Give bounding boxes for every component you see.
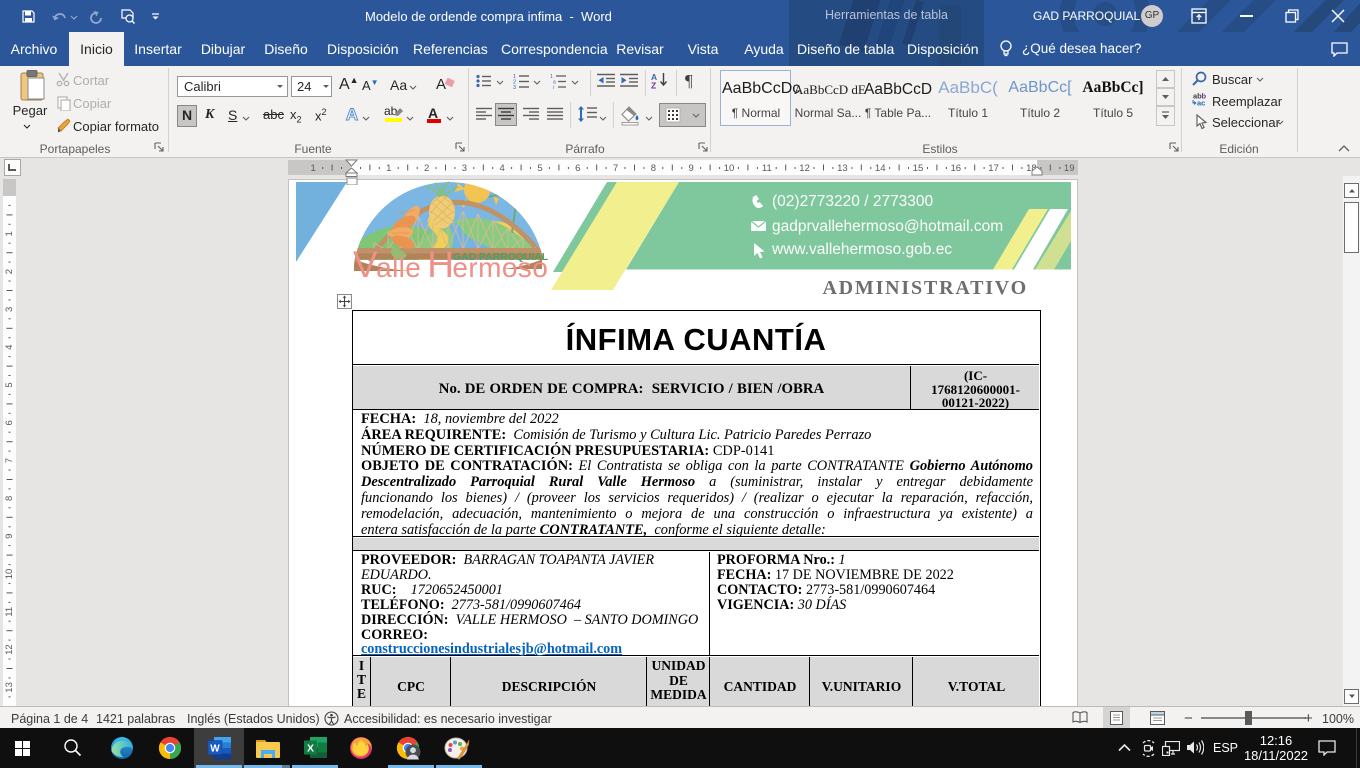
- svg-text:2: 2: [4, 269, 15, 274]
- svg-text:3: 3: [462, 163, 467, 174]
- svg-text:10: 10: [724, 163, 735, 174]
- svg-text:1: 1: [4, 231, 15, 236]
- svg-text:4: 4: [500, 163, 505, 174]
- svg-text:GAD PARROQUIAL: GAD PARROQUIAL: [453, 252, 549, 263]
- svg-text:12: 12: [4, 644, 15, 655]
- svg-text:Z: Z: [651, 81, 656, 90]
- svg-text:13: 13: [837, 163, 848, 174]
- svg-text:8: 8: [651, 163, 656, 174]
- svg-text:i: i: [553, 85, 554, 89]
- svg-text:6: 6: [575, 163, 580, 174]
- svg-text:11: 11: [762, 163, 772, 174]
- svg-text:4: 4: [4, 345, 15, 350]
- svg-text:X: X: [307, 743, 314, 755]
- svg-text:3: 3: [513, 85, 516, 89]
- svg-text:7: 7: [4, 458, 15, 463]
- svg-text:17: 17: [988, 163, 999, 174]
- svg-text:W: W: [210, 744, 220, 755]
- svg-text:13: 13: [4, 682, 15, 693]
- svg-text:3: 3: [4, 307, 15, 312]
- svg-text:9: 9: [4, 534, 15, 539]
- svg-text:8: 8: [4, 496, 15, 501]
- svg-text:15: 15: [913, 163, 924, 174]
- svg-text:1: 1: [386, 163, 391, 174]
- svg-text:gadprvallehermoso@hotmail.com: gadprvallehermoso@hotmail.com: [772, 218, 1003, 235]
- svg-text:5: 5: [537, 163, 542, 174]
- svg-text:9: 9: [689, 163, 694, 174]
- svg-text:b: b: [1202, 92, 1207, 101]
- svg-text:10: 10: [4, 569, 15, 580]
- svg-text:14: 14: [875, 163, 886, 174]
- svg-text:7: 7: [613, 163, 618, 174]
- svg-text:12: 12: [799, 163, 810, 174]
- svg-text:1: 1: [311, 163, 316, 174]
- svg-text:19: 19: [1064, 163, 1075, 174]
- svg-text:www.vallehermoso.gob.ec: www.vallehermoso.gob.ec: [771, 241, 952, 258]
- svg-text:A: A: [346, 105, 358, 124]
- svg-text:16: 16: [951, 163, 962, 174]
- svg-text:11: 11: [4, 607, 15, 617]
- svg-text:(02)2773220 / 2773300: (02)2773220 / 2773300: [772, 193, 934, 210]
- svg-text:2: 2: [424, 163, 429, 174]
- svg-text:5: 5: [4, 382, 15, 387]
- svg-text:6: 6: [4, 420, 15, 425]
